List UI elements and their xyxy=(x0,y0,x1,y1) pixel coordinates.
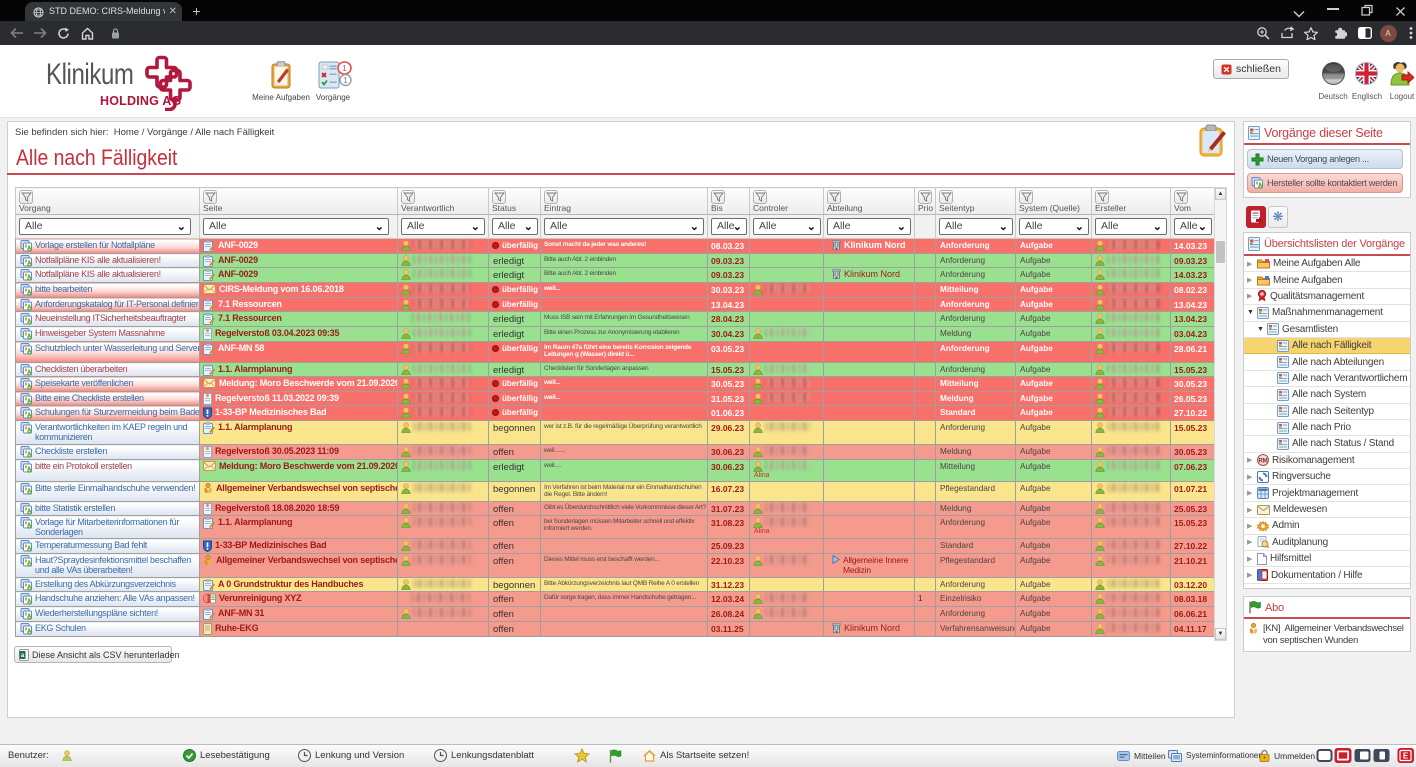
svg-text:E: E xyxy=(1403,752,1409,761)
svg-text:1: 1 xyxy=(343,76,348,85)
svg-text:1: 1 xyxy=(342,63,347,73)
svg-text:RM: RM xyxy=(1259,459,1268,465)
